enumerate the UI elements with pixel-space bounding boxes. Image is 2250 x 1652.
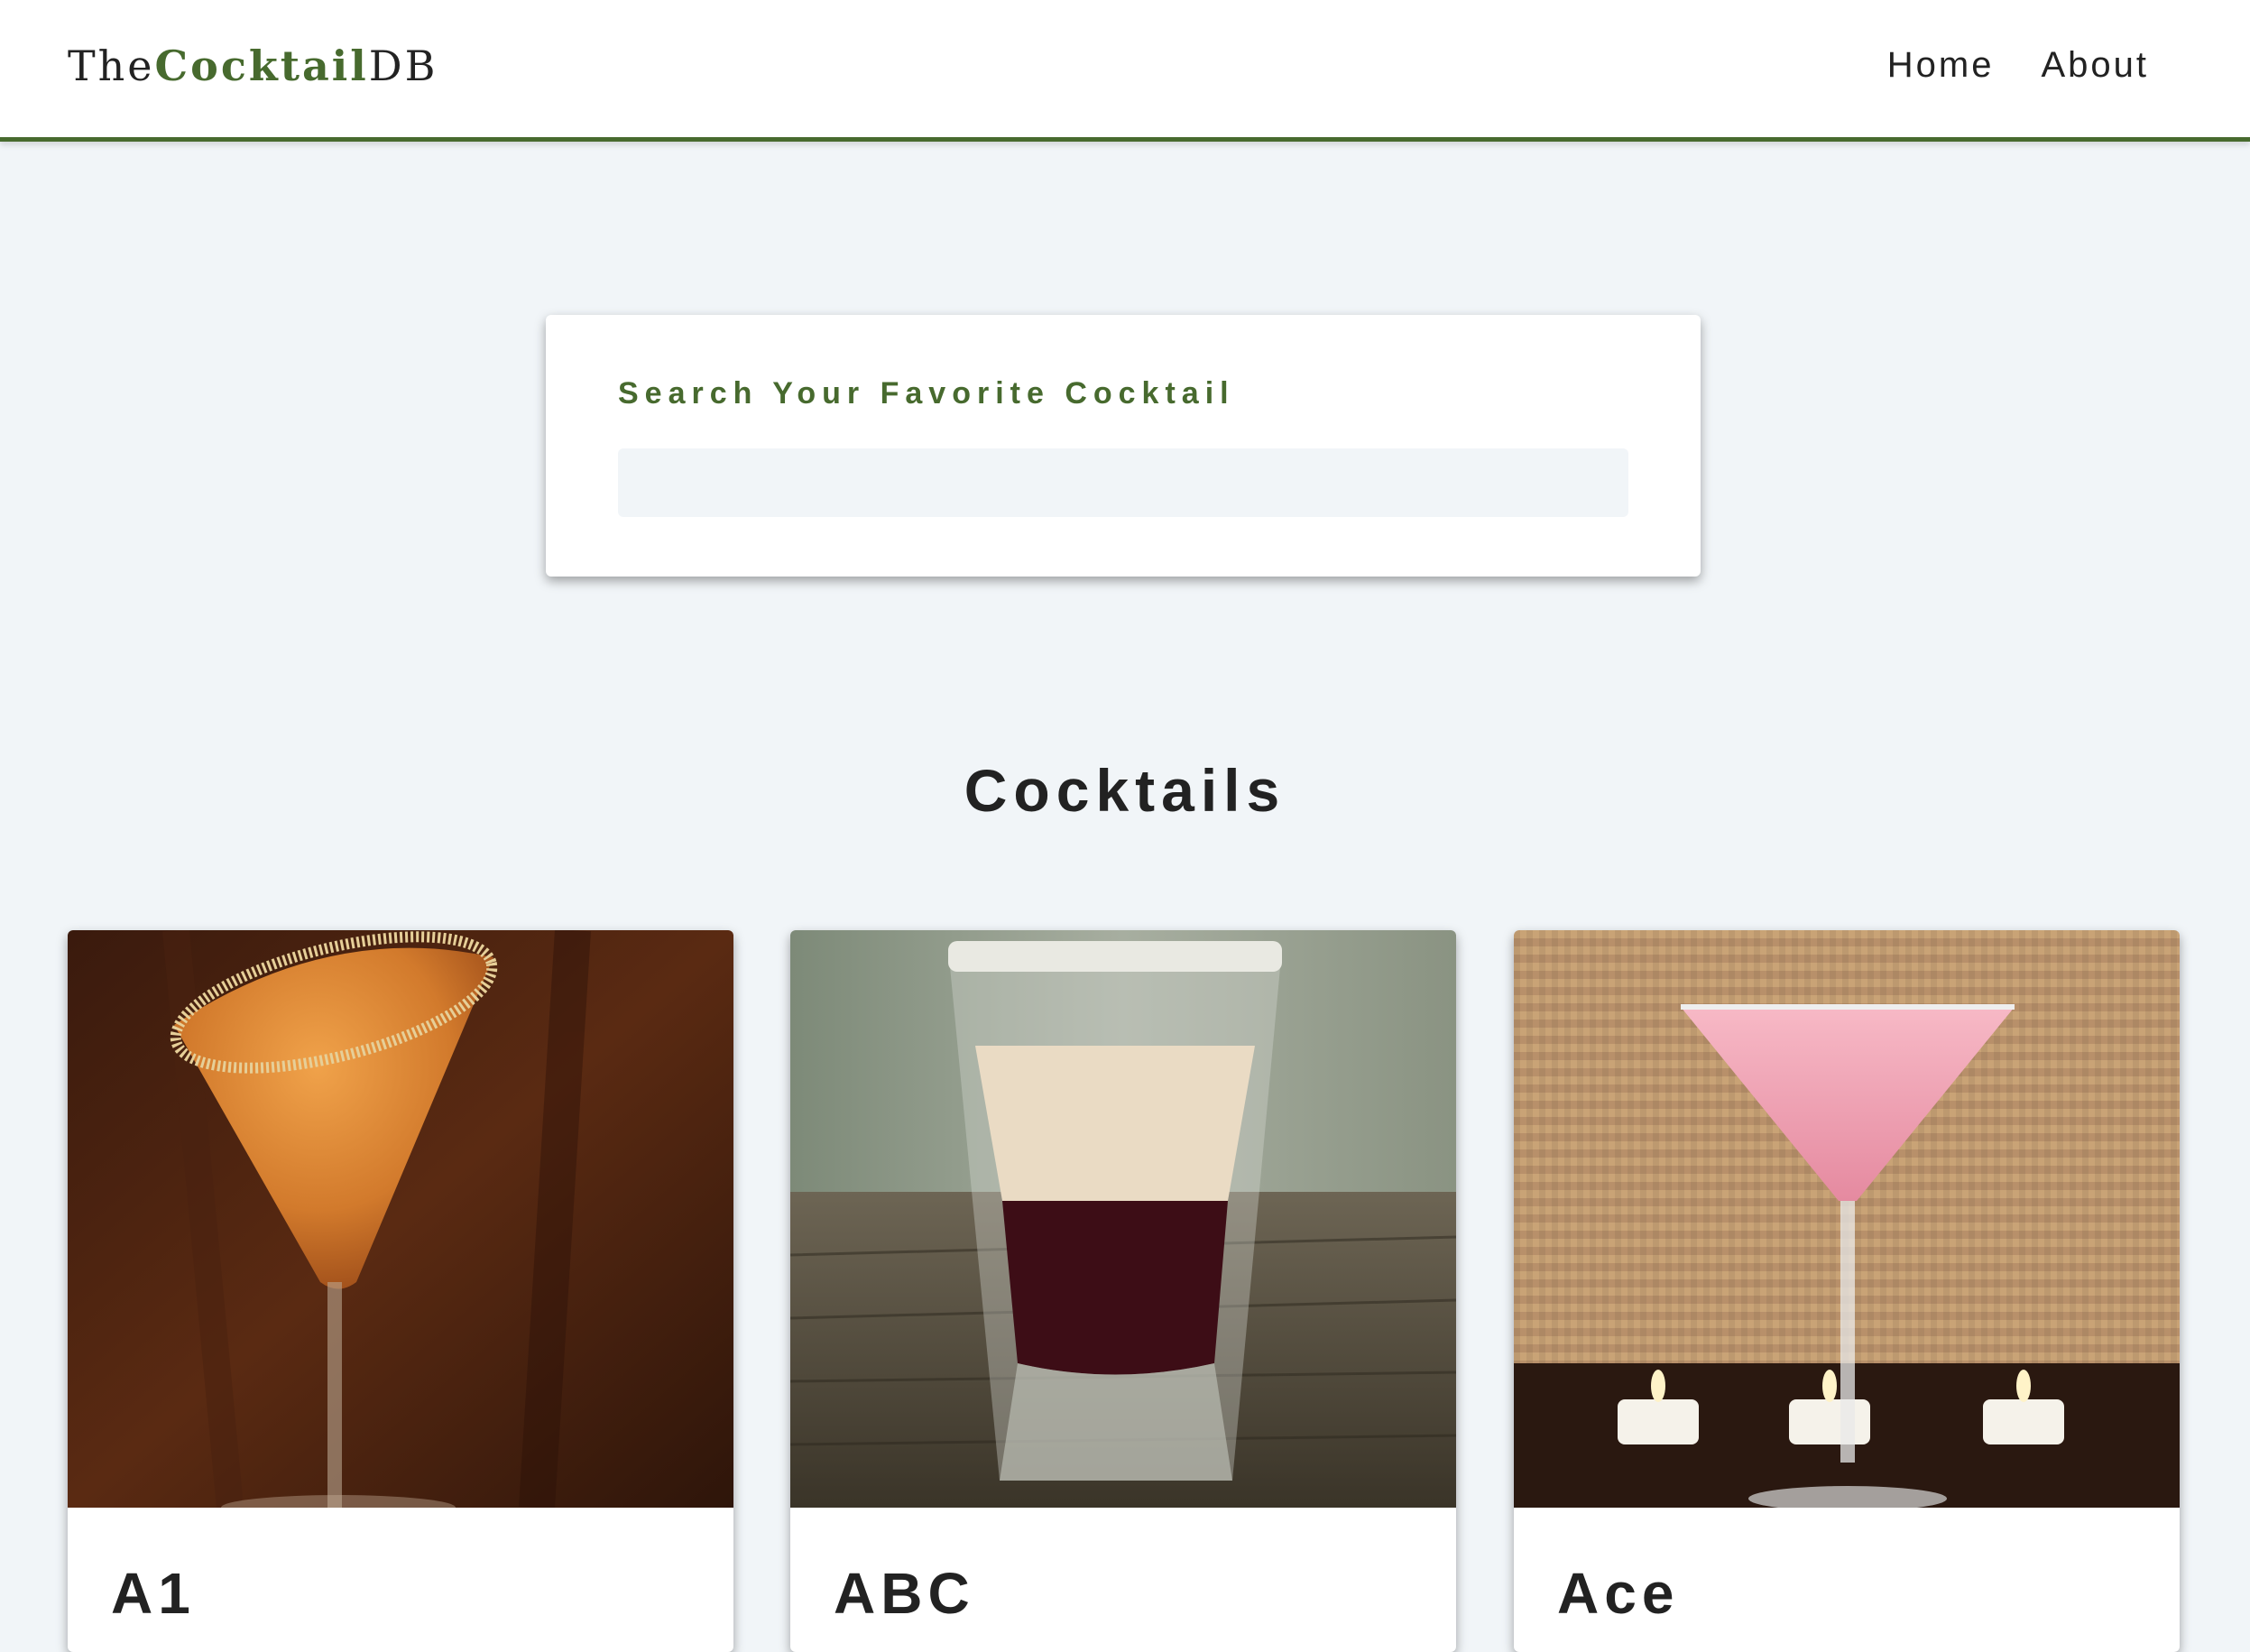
cocktail-image[interactable]: [790, 930, 1456, 1508]
search-form: Search Your Favorite Cocktail: [546, 315, 1701, 577]
cocktail-name: Ace: [1557, 1561, 1680, 1626]
site-logo[interactable]: TheCocktailDB: [68, 42, 438, 90]
cocktail-image[interactable]: [68, 930, 733, 1508]
search-input[interactable]: [618, 448, 1628, 517]
section-title: Cocktails: [964, 757, 1286, 824]
cocktail-image[interactable]: [1514, 930, 2180, 1508]
logo-suffix: DB: [368, 42, 438, 90]
navbar: TheCocktailDB Home About: [0, 0, 2250, 142]
search-label: Search Your Favorite Cocktail: [618, 376, 1235, 411]
cocktail-name: ABC: [834, 1561, 975, 1626]
nav-links: Home About: [1887, 45, 2149, 86]
nav-link-home[interactable]: Home: [1887, 45, 1995, 86]
nav-link-about[interactable]: About: [2041, 45, 2149, 86]
cocktail-card-abc[interactable]: ABC: [790, 930, 1456, 1652]
logo-accent: Cocktail: [154, 42, 369, 90]
cocktail-name: A1: [111, 1561, 196, 1626]
logo-prefix: The: [68, 42, 155, 90]
cocktail-card-a1[interactable]: A1: [68, 930, 733, 1652]
cocktail-card-ace[interactable]: Ace: [1514, 930, 2180, 1652]
